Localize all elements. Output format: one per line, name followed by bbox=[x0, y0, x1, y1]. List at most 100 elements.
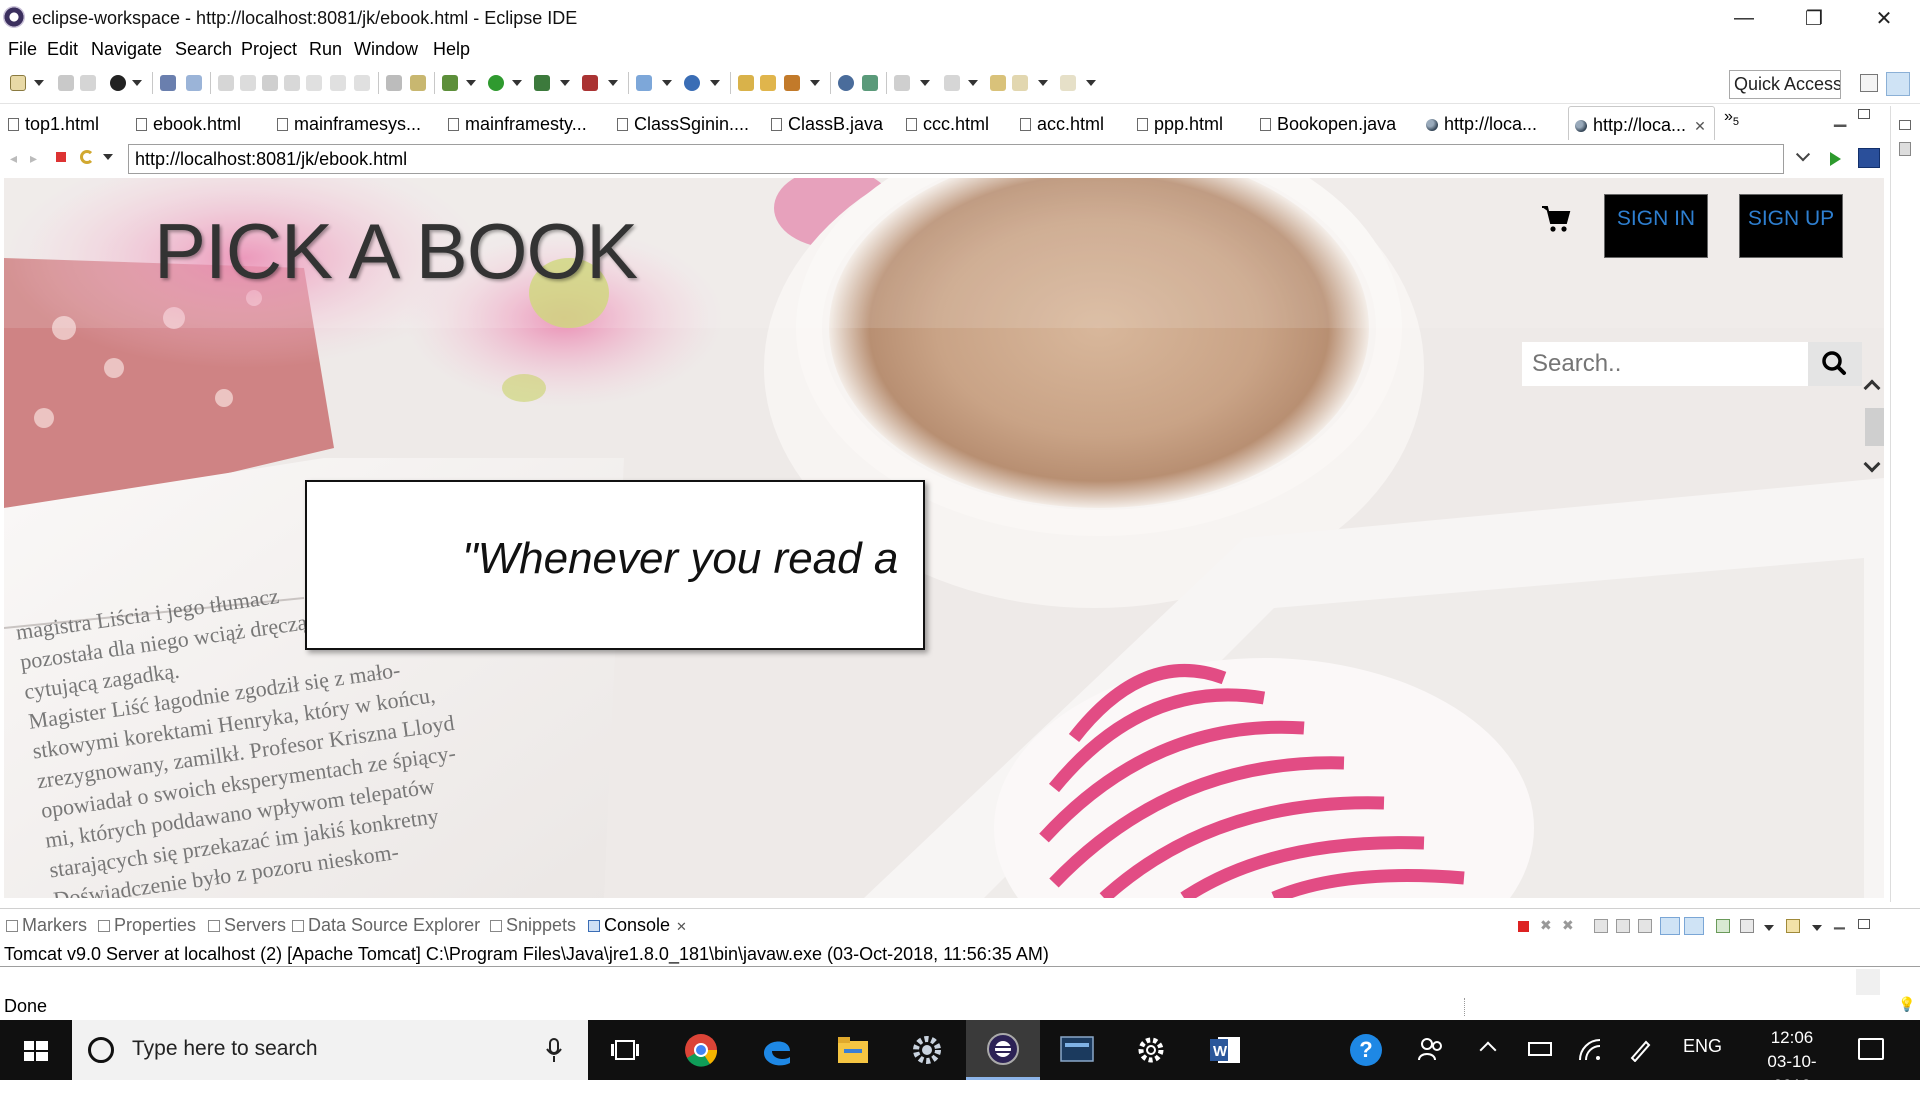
use-step-filters-icon[interactable] bbox=[386, 75, 402, 91]
debug-icon[interactable] bbox=[442, 75, 458, 91]
sign-up-button[interactable]: SIGN UP bbox=[1739, 194, 1843, 258]
browser-refresh-icon[interactable] bbox=[80, 150, 94, 164]
debug-dropdown-icon[interactable] bbox=[466, 80, 476, 86]
tab-servers[interactable]: Servers bbox=[208, 915, 286, 936]
pin-console-icon[interactable] bbox=[1716, 919, 1730, 933]
word-wrap-icon[interactable] bbox=[1638, 919, 1652, 933]
remove-all-launches-icon[interactable]: ✖ bbox=[1562, 917, 1574, 934]
page-vertical-scroller[interactable] bbox=[1862, 378, 1884, 488]
close-tab-icon[interactable]: ✕ bbox=[1694, 118, 1706, 134]
target-icon[interactable] bbox=[110, 75, 126, 91]
shopping-cart-icon[interactable] bbox=[1540, 203, 1572, 235]
close-button[interactable]: ✕ bbox=[1848, 0, 1920, 36]
site-search-input[interactable] bbox=[1522, 342, 1812, 386]
tab-mainframesty[interactable]: mainframesty... bbox=[448, 106, 587, 140]
open-browser-icon[interactable] bbox=[838, 75, 854, 91]
terminal-icon[interactable] bbox=[160, 75, 176, 91]
display-console-dropdown-icon[interactable] bbox=[1764, 925, 1774, 931]
display-console-icon[interactable] bbox=[1740, 919, 1754, 933]
terminate-console-icon[interactable] bbox=[1518, 921, 1529, 932]
new-server-icon[interactable] bbox=[636, 75, 652, 91]
close-console-icon[interactable]: ✕ bbox=[676, 919, 687, 934]
menu-edit[interactable]: Edit bbox=[47, 39, 78, 60]
browser-stop-icon[interactable] bbox=[56, 152, 66, 162]
tab-ebook-html[interactable]: ebook.html bbox=[136, 106, 241, 140]
console-scrollbar[interactable] bbox=[1856, 969, 1880, 995]
run-icon[interactable] bbox=[488, 75, 504, 91]
open-console-dropdown-icon[interactable] bbox=[1812, 925, 1822, 931]
minimize-panel-icon[interactable]: ▁ bbox=[1834, 913, 1845, 930]
browser-forward-icon[interactable]: ▸ bbox=[30, 150, 37, 167]
open-task-icon[interactable] bbox=[760, 75, 776, 91]
tab-classb-java[interactable]: ClassB.java bbox=[771, 106, 883, 140]
help-icon[interactable]: ? bbox=[1350, 1034, 1382, 1066]
resume-icon[interactable] bbox=[218, 75, 234, 91]
external-tools-dropdown-icon[interactable] bbox=[608, 80, 618, 86]
tab-mainframesys[interactable]: mainframesys... bbox=[277, 106, 421, 140]
tip-lightbulb-icon[interactable]: 💡 bbox=[1898, 996, 1915, 1013]
settings-icon[interactable] bbox=[1114, 1020, 1188, 1080]
eclipse-taskbar-icon[interactable] bbox=[966, 1020, 1040, 1080]
url-history-dropdown-icon[interactable] bbox=[1795, 147, 1811, 162]
new-dropdown-icon[interactable] bbox=[34, 80, 44, 86]
task-view-icon[interactable] bbox=[588, 1020, 662, 1080]
wifi-icon[interactable] bbox=[1578, 1038, 1602, 1062]
skip-breakpoints-icon[interactable] bbox=[186, 75, 202, 91]
tab-browser-1[interactable]: http://loca... bbox=[1426, 106, 1537, 140]
new-class-dropdown-icon[interactable] bbox=[710, 80, 720, 86]
target-dropdown-icon[interactable] bbox=[132, 80, 142, 86]
back-dropdown-icon[interactable] bbox=[1038, 80, 1048, 86]
tab-console[interactable]: Console ✕ bbox=[588, 915, 687, 936]
forward-icon[interactable] bbox=[1060, 75, 1076, 91]
run-server-icon[interactable] bbox=[534, 75, 550, 91]
scroll-up-icon[interactable] bbox=[1863, 379, 1881, 397]
open-perspective-icon[interactable] bbox=[1860, 74, 1878, 92]
suspend-icon[interactable] bbox=[240, 75, 256, 91]
previous-annotation-icon[interactable] bbox=[944, 75, 960, 91]
open-external-browser-icon[interactable] bbox=[1858, 148, 1880, 168]
sign-in-button[interactable]: SIGN IN bbox=[1604, 194, 1708, 258]
tab-overflow-chevron-icon[interactable]: »5 bbox=[1724, 108, 1739, 128]
back-icon[interactable] bbox=[1012, 75, 1028, 91]
browser-menu-dropdown-icon[interactable] bbox=[103, 154, 113, 160]
remove-launch-icon[interactable]: ✖ bbox=[1540, 917, 1552, 934]
battery-icon[interactable] bbox=[1528, 1042, 1552, 1056]
scroll-thumb[interactable] bbox=[1865, 408, 1884, 446]
save-icon[interactable] bbox=[58, 75, 74, 91]
tab-classsginin[interactable]: ClassSginin.... bbox=[617, 106, 749, 140]
file-explorer-icon[interactable] bbox=[816, 1020, 890, 1080]
menu-navigate[interactable]: Navigate bbox=[91, 39, 162, 60]
step-over-icon[interactable] bbox=[330, 75, 346, 91]
tab-data-source-explorer[interactable]: Data Source Explorer bbox=[292, 915, 480, 936]
site-logo-text[interactable]: PICK A BOOK bbox=[154, 206, 638, 297]
quick-access-field[interactable]: Quick Access bbox=[1729, 70, 1841, 99]
tab-browser-active[interactable]: http://loca... ✕ bbox=[1568, 106, 1715, 140]
menu-search[interactable]: Search bbox=[175, 39, 232, 60]
clear-console-icon[interactable] bbox=[1594, 919, 1608, 933]
tab-bookopen-java[interactable]: Bookopen.java bbox=[1260, 106, 1396, 140]
menu-help[interactable]: Help bbox=[433, 39, 470, 60]
show-on-output-icon[interactable] bbox=[1660, 917, 1680, 935]
tab-top1-html[interactable]: top1.html bbox=[8, 106, 99, 140]
new-server-dropdown-icon[interactable] bbox=[662, 80, 672, 86]
step-into-icon[interactable] bbox=[306, 75, 322, 91]
new-class-icon[interactable] bbox=[684, 75, 700, 91]
toggle-icon[interactable] bbox=[410, 75, 426, 91]
minimize-button[interactable]: — bbox=[1708, 0, 1780, 36]
step-return-icon[interactable] bbox=[354, 75, 370, 91]
browser-back-icon[interactable]: ◂ bbox=[10, 150, 17, 167]
annotation-icon[interactable] bbox=[862, 75, 878, 91]
open-type-icon[interactable] bbox=[738, 75, 754, 91]
last-edit-icon[interactable] bbox=[990, 75, 1006, 91]
menu-window[interactable]: Window bbox=[354, 39, 418, 60]
outline-view-icon[interactable] bbox=[1899, 142, 1911, 156]
show-on-error-icon[interactable] bbox=[1684, 917, 1704, 935]
java-ee-perspective-icon[interactable] bbox=[1886, 72, 1910, 96]
restore-view-icon[interactable] bbox=[1899, 120, 1911, 130]
settings-gear-app-icon[interactable] bbox=[890, 1020, 964, 1080]
forward-dropdown-icon[interactable] bbox=[1086, 80, 1096, 86]
tab-properties[interactable]: Properties bbox=[98, 915, 196, 936]
tab-ppp-html[interactable]: ppp.html bbox=[1137, 106, 1223, 140]
tab-ccc-html[interactable]: ccc.html bbox=[906, 106, 989, 140]
people-icon[interactable] bbox=[1418, 1036, 1444, 1062]
